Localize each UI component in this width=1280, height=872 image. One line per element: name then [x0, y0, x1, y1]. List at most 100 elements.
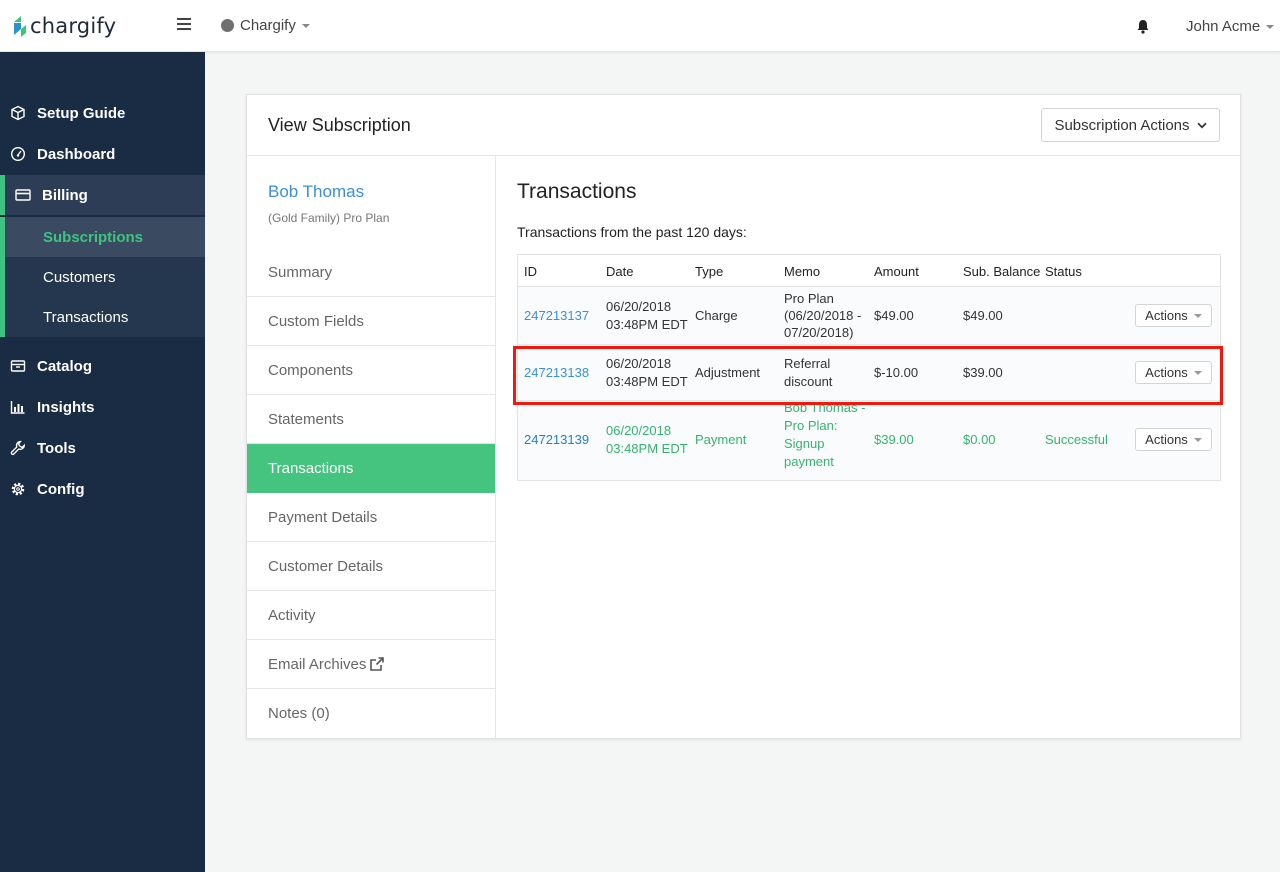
transactions-table: ID Date Type Memo Amount Sub. Balance St… [517, 254, 1221, 481]
subnav-activity[interactable]: Activity [247, 591, 495, 640]
gauge-icon [10, 146, 26, 162]
plan-name: (Gold Family) Pro Plan [268, 211, 390, 225]
site-switcher[interactable]: Chargify [221, 17, 310, 34]
transaction-id-link[interactable]: 247213139 [524, 431, 589, 449]
chevron-down-icon [1266, 24, 1275, 29]
transaction-memo: 07/20/2018) [784, 325, 854, 340]
sidebar-item-setup-guide[interactable]: Setup Guide [0, 93, 205, 133]
transaction-memo: Signup [784, 436, 825, 451]
column-header: Type [695, 264, 724, 279]
transaction-balance: $39.00 [963, 365, 1003, 380]
column-header: Amount [874, 264, 919, 279]
bell-icon[interactable] [1136, 19, 1150, 34]
sidebar-item-label: Tools [37, 439, 76, 457]
transaction-type: Charge [695, 308, 738, 323]
transaction-balance: $49.00 [963, 308, 1003, 323]
subnav-label: Email Archives [268, 655, 367, 673]
subscription-nav: Bob Thomas (Gold Family) Pro Plan Summar… [247, 156, 496, 739]
row-actions-label: Actions [1145, 308, 1188, 323]
subnav-email-archives[interactable]: Email Archives [247, 640, 495, 689]
sidebar-item-label: Dashboard [37, 145, 116, 163]
subnav-notes[interactable]: Notes (0) [247, 689, 495, 738]
chevron-down-icon [301, 23, 310, 28]
transaction-time: 03:48PM EDT [606, 374, 688, 389]
transaction-memo: payment [784, 454, 834, 469]
transaction-id-link[interactable]: 247213138 [524, 364, 589, 382]
page-title: View Subscription [268, 115, 411, 135]
section-title: Transactions [517, 180, 637, 203]
site-name: Chargify [240, 17, 296, 34]
subnav-payment-details[interactable]: Payment Details [247, 493, 495, 542]
subnav-transactions[interactable]: Transactions [247, 444, 495, 493]
transaction-amount: $39.00 [874, 432, 914, 447]
sidebar-item-insights[interactable]: Insights [0, 387, 205, 427]
transaction-status: Successful [1045, 432, 1108, 447]
box-icon [10, 360, 26, 372]
table-header: ID Date Type Memo Amount Sub. Balance St… [518, 255, 1220, 287]
sidebar-item-config[interactable]: Config [0, 469, 205, 509]
subnav-components[interactable]: Components [247, 346, 495, 395]
column-header: Date [606, 264, 634, 279]
row-actions-label: Actions [1145, 365, 1188, 380]
sidebar-subitem-transactions[interactable]: Transactions [5, 297, 205, 337]
subnav-customer-details[interactable]: Customer Details [247, 542, 495, 591]
wrench-icon [10, 440, 25, 456]
chevron-down-icon [1193, 437, 1202, 442]
chargify-logo[interactable]: chargify [12, 13, 116, 39]
chevron-down-icon [1193, 313, 1202, 318]
transaction-amount: $49.00 [874, 308, 914, 323]
transaction-date: 06/20/2018 [606, 356, 672, 371]
transaction-date: 06/20/2018 [606, 423, 672, 438]
transactions-section: Transactions Transactions from the past … [497, 156, 1240, 739]
subnav-summary[interactable]: Summary [247, 248, 495, 297]
column-header: Memo [784, 264, 821, 279]
transaction-type: Adjustment [695, 365, 761, 380]
transaction-memo: discount [784, 374, 833, 389]
user-menu[interactable]: John Acme [1186, 18, 1275, 35]
subscription-actions-label: Subscription Actions [1054, 116, 1190, 134]
transaction-memo: Bob Thomas - [784, 400, 866, 415]
sidebar-item-label: Config [37, 480, 85, 498]
table-row: 247213139 06/20/2018 03:48PM EDT Payment… [518, 400, 1220, 480]
table-row: 247213137 06/20/2018 03:48PM EDT Charge … [518, 287, 1220, 345]
credit-card-icon [15, 189, 31, 201]
top-bar: chargify Chargify John Acme [0, 0, 1280, 52]
logo-text: chargify [30, 14, 117, 38]
chargify-logo-icon [14, 16, 26, 37]
sidebar-subitem-subscriptions[interactable]: Subscriptions [5, 217, 205, 257]
transaction-amount: $-10.00 [874, 365, 919, 380]
sidebar-item-billing[interactable]: Billing [0, 175, 205, 215]
sidebar-item-label: Catalog [37, 357, 93, 375]
sidebar-item-tools[interactable]: Tools [0, 428, 205, 468]
transaction-type: Payment [695, 432, 747, 447]
sidebar-item-catalog[interactable]: Catalog [0, 346, 205, 386]
row-actions-button[interactable]: Actions [1135, 361, 1212, 384]
sidebar-item-label: Setup Guide [37, 104, 126, 122]
cube-icon [11, 105, 25, 121]
transaction-id-link[interactable]: 247213137 [524, 307, 589, 325]
menu-toggle-icon[interactable] [177, 18, 191, 30]
transaction-time: 03:48PM EDT [606, 317, 688, 332]
subnav-statements[interactable]: Statements [247, 395, 495, 444]
transaction-balance: $0.00 [963, 432, 996, 447]
row-actions-button[interactable]: Actions [1135, 304, 1212, 327]
card-header: View Subscription Subscription Actions [247, 95, 1240, 156]
table-row: 247213138 06/20/2018 03:48PM EDT Adjustm… [518, 345, 1220, 401]
chevron-down-icon [1196, 122, 1207, 128]
subscription-card: View Subscription Subscription Actions B… [246, 94, 1241, 739]
customer-name-link[interactable]: Bob Thomas [268, 182, 364, 202]
sidebar-item-label: Billing [42, 186, 88, 204]
chevron-down-icon [1193, 370, 1202, 375]
transaction-memo: (06/20/2018 - [784, 308, 862, 323]
row-actions-button[interactable]: Actions [1135, 428, 1212, 451]
gear-icon [11, 482, 25, 496]
subnav-custom-fields[interactable]: Custom Fields [247, 297, 495, 346]
row-actions-label: Actions [1145, 432, 1188, 447]
billing-submenu: Subscriptions Customers Transactions [0, 217, 205, 337]
bar-chart-icon [10, 401, 25, 414]
sidebar-item-dashboard[interactable]: Dashboard [0, 134, 205, 174]
subscription-actions-button[interactable]: Subscription Actions [1041, 108, 1220, 142]
sidebar-subitem-customers[interactable]: Customers [5, 257, 205, 297]
sidebar: Setup Guide Dashboard Billing Subscripti… [0, 52, 205, 872]
column-header: ID [524, 264, 537, 279]
